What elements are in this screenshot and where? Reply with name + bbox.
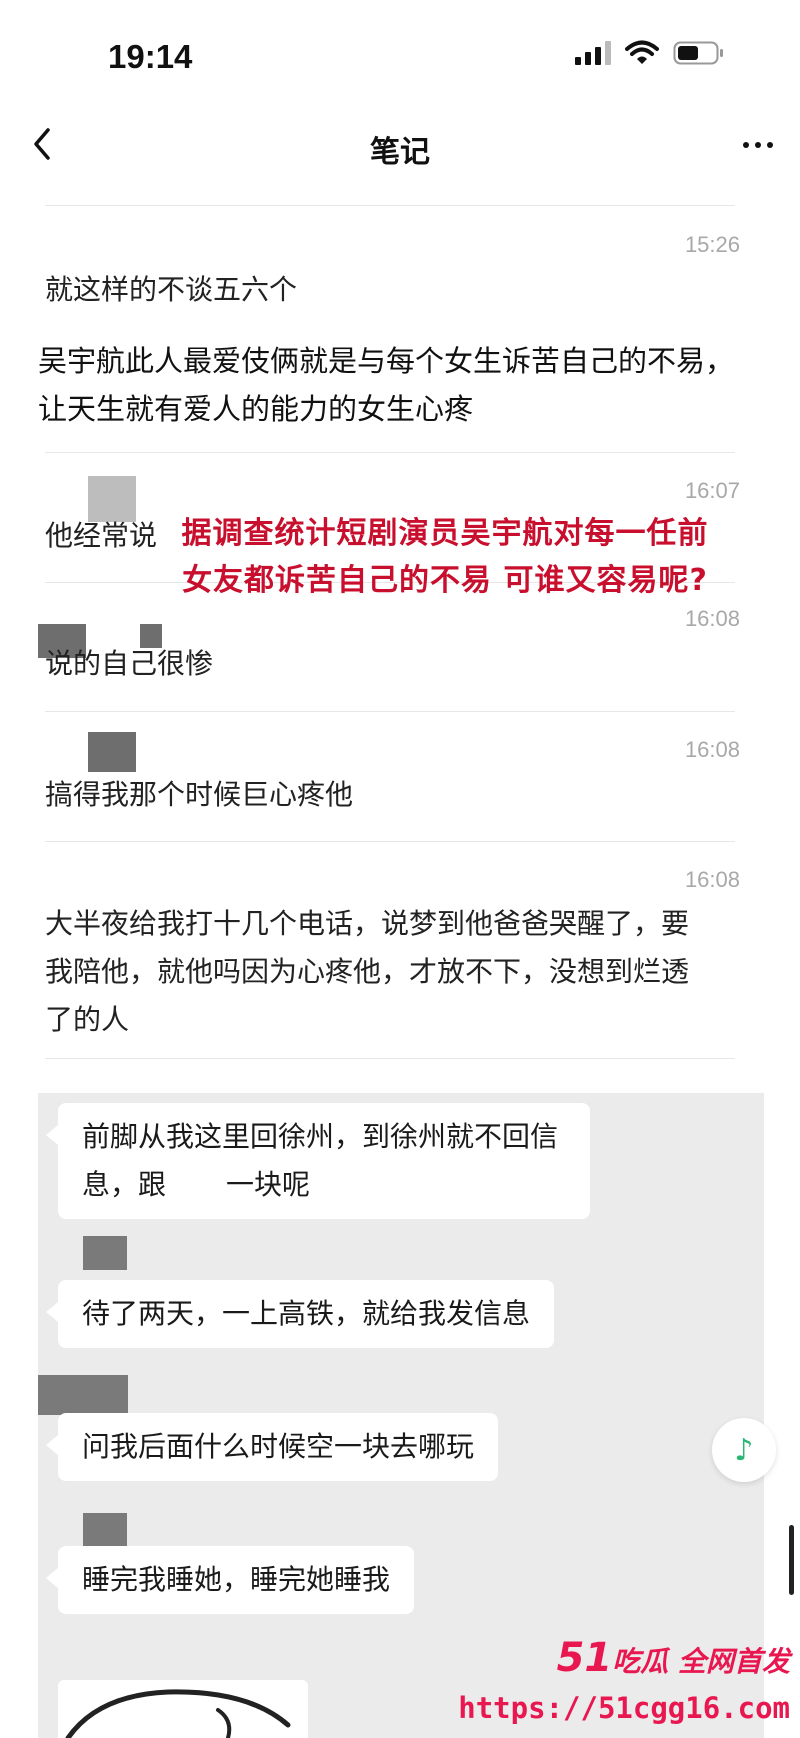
timestamp: 16:08 [684, 867, 740, 892]
chat-bubble-text: 睡完我睡她，睡完她睡我 [82, 1563, 391, 1596]
timestamp: 15:26 [684, 232, 740, 257]
chat-bubble: 待了两天，一上高铁，就给我发信息 [45, 1280, 555, 1348]
status-icons [575, 40, 725, 66]
chat-bubble: 睡完我睡她，睡完她睡我 [45, 1546, 415, 1614]
chat-bubble-text: 前脚从我这里回徐州，到徐州就不回信息，跟 [82, 1120, 559, 1201]
note-text: 搞得我那个时候巨心疼他 [45, 778, 354, 811]
watermark-brand-text: 吃瓜 全网首发 [612, 1645, 790, 1678]
more-horizontal-icon[interactable] [736, 130, 780, 160]
watermark: 51吃瓜 全网首发 https://51cgg16.com [458, 1635, 790, 1735]
wifi-icon [625, 40, 659, 66]
music-note-icon[interactable]: ♪ [712, 1418, 776, 1482]
divider [45, 711, 735, 712]
timestamp: 16:07 [684, 478, 740, 503]
note-text: 说的自己很惨 [45, 647, 214, 680]
note-text-strong: 吴宇航此人最爱伎俩就是与每个女生诉苦自己的不易，让天生就有爱人的能力的女生心疼 [38, 344, 735, 426]
divider [45, 1058, 735, 1059]
status-bar: 19:14 [0, 0, 800, 110]
redacted-avatar [38, 1375, 128, 1415]
divider [45, 205, 735, 206]
sketch-image [58, 1680, 308, 1738]
chat-bubble: 前脚从我这里回徐州，到徐州就不回信息，跟 一块呢 [46, 1103, 590, 1219]
timestamp: 16:08 [684, 737, 740, 762]
page-title: 笔记 [370, 135, 430, 170]
chat-bubble-text: 待了两天，一上高铁，就给我发信息 [82, 1297, 531, 1330]
divider [45, 841, 735, 842]
timestamp: 16:08 [684, 606, 740, 631]
watermark-brand-number: 51 [556, 1635, 613, 1681]
chat-bubble-text: 一块呢 [226, 1168, 311, 1201]
overlay-caption: 据调查统计短剧演员吴宇航对每一任前女友都诉苦自己的不易 可谁又容易呢? [181, 516, 709, 598]
note-text: 大半夜给我打十几个电话，说梦到他爸爸哭醒了，要我陪他，就他吗因为心疼他，才放不下… [45, 907, 690, 1036]
chat-bubble-text: 问我后面什么时候空一块去哪玩 [82, 1430, 475, 1463]
redacted-avatar [88, 732, 136, 772]
chat-bubble: 问我后面什么时候空一块去哪玩 [45, 1413, 499, 1481]
signal-icon [575, 41, 611, 65]
scrollbar[interactable] [789, 1525, 794, 1595]
nav-bar: 笔记 [0, 110, 800, 210]
redacted-avatar [83, 1236, 127, 1270]
note-text: 就这样的不谈五六个 [45, 273, 298, 306]
battery-icon [673, 40, 725, 66]
status-time: 19:14 [108, 38, 193, 75]
divider [45, 452, 735, 453]
watermark-brand: 51吃瓜 全网首发 [557, 1635, 790, 1681]
redacted-avatar [83, 1513, 127, 1547]
watermark-url: https://51cgg16.com [458, 1691, 790, 1725]
